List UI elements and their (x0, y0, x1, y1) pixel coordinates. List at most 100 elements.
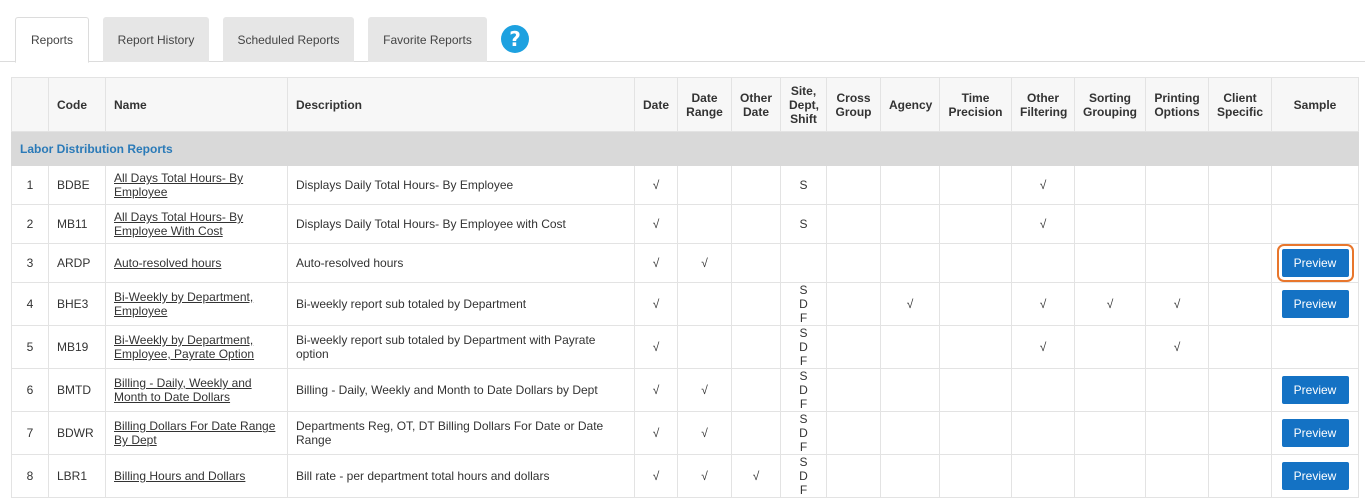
col-header-other-date: Other Date (731, 77, 781, 132)
row-agency-check (880, 368, 940, 412)
row-sample-cell (1271, 325, 1359, 369)
col-header-sorting-grouping: Sorting Grouping (1074, 77, 1146, 132)
group-row: Labor Distribution Reports (11, 131, 1359, 166)
row-site-dept-shift: S D F (780, 282, 827, 326)
help-icon[interactable]: ? (501, 25, 529, 53)
row-date-range-check: √ (677, 243, 732, 283)
row-date-check: √ (634, 282, 678, 326)
row-cross-group-check (826, 454, 881, 498)
row-site-dept-shift: S (780, 165, 827, 205)
row-agency-check (880, 165, 940, 205)
row-agency-check (880, 204, 940, 244)
row-name-cell: Auto-resolved hours (105, 243, 288, 283)
col-header-agency: Agency (880, 77, 940, 132)
row-other-date-check (731, 243, 781, 283)
row-name-cell: Bi-Weekly by Department, Employee, Payra… (105, 325, 288, 369)
col-header-description[interactable]: Description (287, 77, 635, 132)
table-row: 1 BDBE All Days Total Hours- By Employee Di… (11, 165, 1359, 205)
row-other-date-check (731, 411, 781, 455)
row-name-cell: Billing Hours and Dollars (105, 454, 288, 498)
tab-reports[interactable]: Reports (15, 17, 89, 63)
row-site-dept-shift: S D F (780, 411, 827, 455)
row-other-filtering-check: √ (1011, 204, 1075, 244)
row-name-cell: All Days Total Hours- By Employee With C… (105, 204, 288, 244)
col-header-date-range: Date Range (677, 77, 732, 132)
tab-report-history[interactable]: Report History (103, 17, 209, 62)
table-row: 7 BDWR Billing Dollars For Date Range By D… (11, 411, 1359, 455)
row-date-range-check (677, 325, 732, 369)
tab-favorite-reports[interactable]: Favorite Reports (368, 17, 487, 62)
table-row: 5 MB19 Bi-Weekly by Department, Employee, … (11, 325, 1359, 369)
row-number: 8 (11, 454, 49, 498)
row-description: Bi-weekly report sub totaled by Departme… (287, 282, 635, 326)
row-site-dept-shift (780, 243, 827, 283)
row-client-specific-check (1208, 368, 1272, 412)
row-name-link[interactable]: Billing Hours and Dollars (114, 469, 245, 483)
row-number: 7 (11, 411, 49, 455)
row-printing-options-check: √ (1145, 325, 1209, 369)
row-cross-group-check (826, 243, 881, 283)
row-date-check: √ (634, 368, 678, 412)
row-name-link[interactable]: All Days Total Hours- By Employee (114, 171, 243, 199)
row-agency-check: √ (880, 282, 940, 326)
row-number: 3 (11, 243, 49, 283)
preview-button[interactable]: Preview (1276, 244, 1354, 282)
row-date-check: √ (634, 204, 678, 244)
row-other-date-check (731, 282, 781, 326)
tab-bar: Reports Report History Scheduled Reports… (0, 0, 1365, 63)
preview-button[interactable]: Preview (1281, 419, 1349, 447)
row-site-dept-shift: S (780, 204, 827, 244)
row-site-dept-shift: S D F (780, 454, 827, 498)
row-sample-cell: Preview (1271, 454, 1359, 498)
row-sorting-grouping-check (1074, 243, 1146, 283)
row-client-specific-check (1208, 325, 1272, 369)
col-header-sample: Sample (1271, 77, 1359, 132)
row-time-precision-check (939, 204, 1012, 244)
row-description: Displays Daily Total Hours- By Employee (287, 165, 635, 205)
row-name-link[interactable]: Billing - Daily, Weekly and Month to Dat… (114, 376, 252, 404)
row-name-cell: Bi-Weekly by Department, Employee (105, 282, 288, 326)
row-name-link[interactable]: Auto-resolved hours (114, 256, 221, 270)
table-row: 2 MB11 All Days Total Hours- By Employee W… (11, 204, 1359, 244)
table-row: 6 BMTD Billing - Daily, Weekly and Month t… (11, 368, 1359, 412)
row-agency-check (880, 325, 940, 369)
table-row: 4 BHE3 Bi-Weekly by Department, Employee Bi… (11, 282, 1359, 326)
row-other-filtering-check (1011, 411, 1075, 455)
row-number: 4 (11, 282, 49, 326)
row-client-specific-check (1208, 282, 1272, 326)
row-number: 1 (11, 165, 49, 205)
row-other-date-check: √ (731, 454, 781, 498)
row-other-date-check (731, 368, 781, 412)
col-header-name[interactable]: Name (105, 77, 288, 132)
row-name-link[interactable]: All Days Total Hours- By Employee With C… (114, 210, 243, 238)
row-name-cell: Billing - Daily, Weekly and Month to Dat… (105, 368, 288, 412)
row-other-date-check (731, 204, 781, 244)
row-agency-check (880, 243, 940, 283)
row-sample-cell: Preview (1271, 243, 1359, 283)
row-printing-options-check (1145, 243, 1209, 283)
preview-button[interactable]: Preview (1281, 376, 1349, 404)
row-time-precision-check (939, 165, 1012, 205)
row-other-filtering-check: √ (1011, 325, 1075, 369)
row-agency-check (880, 454, 940, 498)
preview-button[interactable]: Preview (1281, 290, 1349, 318)
row-sample-cell (1271, 165, 1359, 205)
row-date-check: √ (634, 411, 678, 455)
tab-scheduled-reports[interactable]: Scheduled Reports (223, 17, 354, 62)
row-site-dept-shift: S D F (780, 368, 827, 412)
row-description: Auto-resolved hours (287, 243, 635, 283)
row-sample-cell: Preview (1271, 368, 1359, 412)
col-header-other-filtering: Other Filtering (1011, 77, 1075, 132)
row-sorting-grouping-check (1074, 204, 1146, 244)
row-name-link[interactable]: Bi-Weekly by Department, Employee (114, 290, 253, 318)
row-other-filtering-check: √ (1011, 282, 1075, 326)
row-code: MB19 (48, 325, 106, 369)
row-name-link[interactable]: Bi-Weekly by Department, Employee, Payra… (114, 333, 254, 361)
row-time-precision-check (939, 243, 1012, 283)
row-name-link[interactable]: Billing Dollars For Date Range By Dept (114, 419, 275, 447)
preview-button[interactable]: Preview (1281, 462, 1349, 490)
col-header-code[interactable]: Code (48, 77, 106, 132)
row-cross-group-check (826, 325, 881, 369)
row-name-cell: Billing Dollars For Date Range By Dept (105, 411, 288, 455)
row-sorting-grouping-check (1074, 411, 1146, 455)
